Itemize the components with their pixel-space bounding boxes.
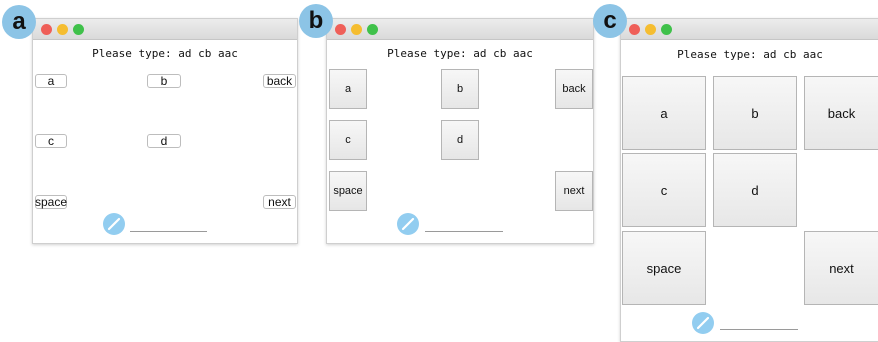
titlebar-a xyxy=(33,19,297,40)
minimize-button[interactable] xyxy=(57,24,68,35)
close-button[interactable] xyxy=(41,24,52,35)
prompt-text: Please type: ad cb aac xyxy=(92,47,238,60)
key-a[interactable]: a xyxy=(622,76,706,150)
titlebar-b xyxy=(327,19,593,40)
key-d[interactable]: d xyxy=(441,120,479,160)
key-a[interactable]: a xyxy=(35,74,67,88)
text-input-line[interactable] xyxy=(720,329,798,330)
window-b: Please type: ad cb aac a b back c d spac… xyxy=(326,18,594,244)
key-space[interactable]: space xyxy=(329,171,367,211)
key-next[interactable]: next xyxy=(804,231,878,305)
panel-badge-c: c xyxy=(593,4,627,38)
prompt-text: Please type: ad cb aac xyxy=(387,47,533,60)
key-b[interactable]: b xyxy=(147,74,181,88)
key-back[interactable]: back xyxy=(804,76,878,150)
key-space[interactable]: space xyxy=(622,231,706,305)
text-input-line[interactable] xyxy=(130,231,207,232)
pencil-icon xyxy=(103,213,125,235)
prompt-text: Please type: ad cb aac xyxy=(677,48,823,61)
key-back[interactable]: back xyxy=(555,69,593,109)
key-next[interactable]: next xyxy=(555,171,593,211)
key-a[interactable]: a xyxy=(329,69,367,109)
panel-badge-a: a xyxy=(2,5,36,39)
window-a: Please type: ad cb aac a b back c d spac… xyxy=(32,18,298,244)
key-next[interactable]: next xyxy=(263,195,296,209)
key-c[interactable]: c xyxy=(329,120,367,160)
pencil-icon xyxy=(692,312,714,334)
zoom-button[interactable] xyxy=(661,24,672,35)
zoom-button[interactable] xyxy=(73,24,84,35)
titlebar-c xyxy=(621,19,878,40)
zoom-button[interactable] xyxy=(367,24,378,35)
text-input-line[interactable] xyxy=(425,231,503,232)
key-back[interactable]: back xyxy=(263,74,296,88)
key-d[interactable]: d xyxy=(713,153,797,227)
key-b[interactable]: b xyxy=(713,76,797,150)
key-b[interactable]: b xyxy=(441,69,479,109)
window-c: Please type: ad cb aac a b back c d spac… xyxy=(620,18,878,342)
minimize-button[interactable] xyxy=(645,24,656,35)
key-c[interactable]: c xyxy=(622,153,706,227)
minimize-button[interactable] xyxy=(351,24,362,35)
close-button[interactable] xyxy=(335,24,346,35)
key-c[interactable]: c xyxy=(35,134,67,148)
key-d[interactable]: d xyxy=(147,134,181,148)
pencil-icon xyxy=(397,213,419,235)
panel-badge-b: b xyxy=(299,4,333,38)
key-space[interactable]: space xyxy=(35,195,67,209)
close-button[interactable] xyxy=(629,24,640,35)
